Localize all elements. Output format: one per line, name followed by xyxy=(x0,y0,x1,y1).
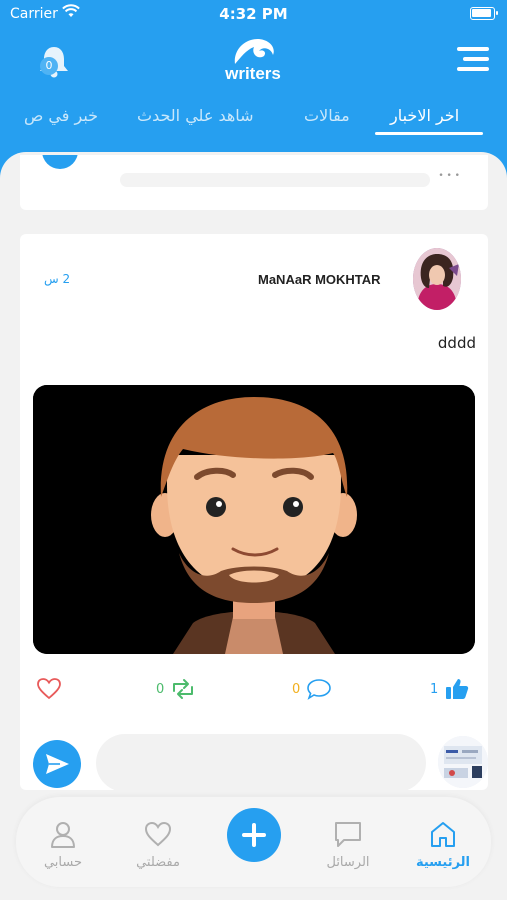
menu-line-icon xyxy=(457,47,489,51)
heart-outline-icon xyxy=(144,821,172,847)
status-bar: Carrier 4:32 PM xyxy=(0,0,507,30)
menu-line-icon xyxy=(463,57,489,61)
nav-home-label: الرئيسية xyxy=(415,855,471,870)
home-icon xyxy=(431,822,455,847)
tab-witness-event[interactable]: شاهد علي الحدث xyxy=(137,106,254,125)
logo-text: writers xyxy=(225,64,281,83)
like-thumb-button[interactable]: 1 xyxy=(430,674,470,704)
tab-news-in[interactable]: خبر في ص xyxy=(24,106,98,125)
chat-icon xyxy=(335,822,361,847)
thumbs-up-icon xyxy=(446,679,469,699)
comment-count: 0 xyxy=(292,681,301,697)
notifications-button[interactable]: 0 xyxy=(36,44,72,80)
current-user-avatar[interactable] xyxy=(438,736,488,788)
clock: 4:32 PM xyxy=(219,5,288,23)
comment-bubble-icon xyxy=(307,679,332,700)
nav-favorites-label: مفضلتي xyxy=(136,855,180,870)
add-post-button[interactable] xyxy=(227,808,281,862)
nav-messages-label: الرسائل xyxy=(326,855,370,870)
active-tab-indicator xyxy=(375,132,483,135)
tab-latest-news[interactable]: اخر الاخبار xyxy=(390,106,459,125)
wave-logo-icon xyxy=(234,38,274,64)
menu-button[interactable] xyxy=(457,46,489,72)
notification-count: 0 xyxy=(45,59,53,72)
person-icon xyxy=(51,822,75,848)
send-comment-button[interactable] xyxy=(33,740,81,788)
comment-input[interactable] xyxy=(96,734,426,792)
heart-icon xyxy=(37,678,61,700)
like-count: 1 xyxy=(430,681,439,697)
previous-post-card[interactable]: • • • xyxy=(20,155,488,210)
repost-button[interactable]: 0 xyxy=(156,674,196,704)
user-photo-icon xyxy=(438,736,488,788)
nav-messages[interactable]: الرسائل xyxy=(313,819,383,870)
author-photo-icon xyxy=(413,248,461,310)
tab-articles[interactable]: مقالات xyxy=(304,106,350,125)
comment-button[interactable]: 0 xyxy=(292,674,332,704)
previous-post-avatar-icon: • • • xyxy=(438,171,460,181)
nav-account-label: حسابي xyxy=(43,855,83,870)
nav-account[interactable]: حسابي xyxy=(28,819,98,870)
author-name[interactable]: MaNAaR MOKHTAR xyxy=(258,272,381,287)
post-time: 2 س xyxy=(44,272,71,286)
battery-icon xyxy=(470,7,498,20)
nav-home[interactable]: الرئيسية xyxy=(408,819,478,870)
author-avatar[interactable] xyxy=(413,248,461,310)
menu-line-icon xyxy=(457,67,489,71)
plus-icon xyxy=(242,823,266,847)
comment-row xyxy=(20,732,488,792)
previous-post-comment-field xyxy=(120,173,430,187)
post-actions: 0 0 1 xyxy=(20,674,488,704)
post-card: MaNAaR MOKHTAR 2 س dddd 0 0 1 xyxy=(20,234,488,792)
repost-icon xyxy=(173,679,194,699)
send-icon xyxy=(46,754,69,774)
repost-count: 0 xyxy=(156,681,165,697)
app-logo: writers xyxy=(218,34,288,84)
post-text: dddd xyxy=(437,334,476,352)
category-tabs: اخر الاخبار مقالات شاهد علي الحدث خبر في… xyxy=(0,100,507,140)
bottom-navigation: حسابي مفضلتي الرسائل الرئيسية xyxy=(16,797,491,887)
cartoon-man-avatar-icon xyxy=(33,385,475,654)
post-image[interactable] xyxy=(33,385,475,654)
previous-post-action-icon xyxy=(42,155,78,169)
nav-favorites[interactable]: مفضلتي xyxy=(123,819,193,870)
like-heart-button[interactable] xyxy=(36,674,62,704)
